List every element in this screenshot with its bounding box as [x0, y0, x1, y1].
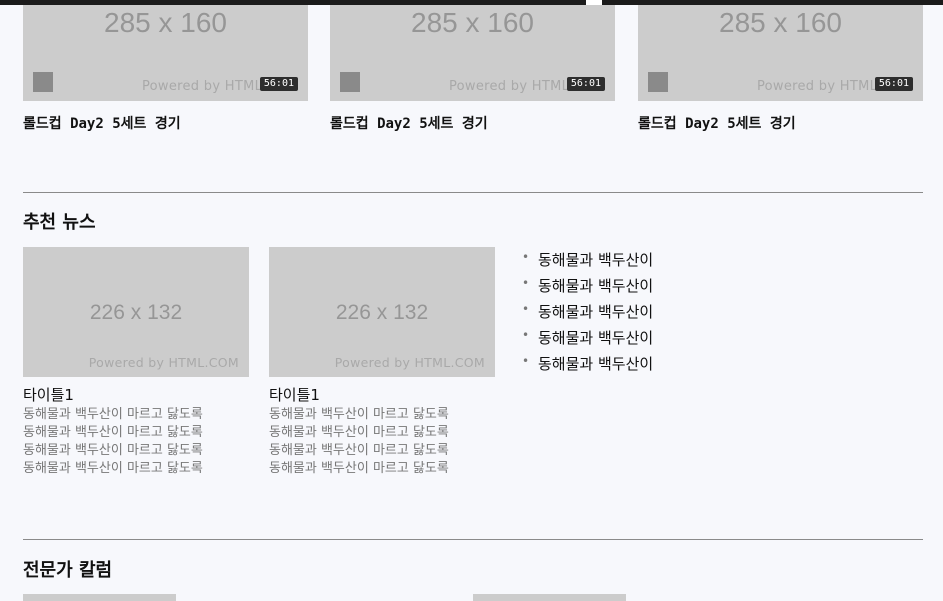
news-link[interactable]: 동해물과 백두산이 — [522, 348, 653, 377]
section-divider — [23, 539, 923, 540]
play-icon[interactable] — [340, 72, 360, 92]
news-thumbnail[interactable]: 226 x 132 Powered by HTML.COM — [269, 247, 495, 377]
video-title[interactable]: 롤드컵 Day2 5세트 경기 — [23, 113, 308, 133]
play-icon[interactable] — [33, 72, 53, 92]
news-thumbnail[interactable]: 226 x 132 Powered by HTML.COM — [23, 247, 249, 377]
news-link[interactable]: 동해물과 백두산이 — [522, 270, 653, 299]
news-link[interactable]: 동해물과 백두산이 — [522, 244, 653, 273]
powered-by-label: Powered by HTML.COM — [334, 355, 485, 370]
duration-badge: 56:01 — [874, 77, 913, 91]
duration-badge: 56:01 — [259, 77, 298, 91]
video-title[interactable]: 롤드컵 Day2 5세트 경기 — [330, 113, 615, 133]
news-link[interactable]: 동해물과 백두산이 — [522, 296, 653, 325]
duration-badge: 56:01 — [566, 77, 605, 91]
section-divider — [23, 192, 923, 193]
video-thumbnail[interactable]: 285 x 160 Powered by HTML.COM 56:01 — [23, 5, 308, 101]
thumbnail-size-label: 285 x 160 — [719, 7, 842, 38]
play-icon[interactable] — [648, 72, 668, 92]
video-card[interactable]: 285 x 160 Powered by HTML.COM 56:01 롤드컵 … — [23, 5, 308, 133]
thumbnail-size-label: 226 x 132 — [335, 301, 429, 324]
video-card[interactable]: 285 x 160 Powered by HTML.COM 56:01 롤드컵 … — [330, 5, 615, 133]
news-description: 동해물과 백두산이 마르고 닳도록 동해물과 백두산이 마르고 닳도록 동해물과… — [23, 407, 203, 476]
video-thumbnail[interactable]: 285 x 160 Powered by HTML.COM 56:01 — [330, 5, 615, 101]
video-title[interactable]: 롤드컵 Day2 5세트 경기 — [638, 113, 923, 133]
news-card[interactable]: 226 x 132 Powered by HTML.COM 타이틀1 동해물과 … — [23, 247, 249, 478]
expert-column-heading: 전문가 칼럼 — [23, 560, 113, 581]
column-thumbnail[interactable] — [23, 594, 176, 601]
video-card[interactable]: 285 x 160 Powered by HTML.COM 56:01 롤드컵 … — [638, 5, 923, 133]
video-thumbnail[interactable]: 285 x 160 Powered by HTML.COM 56:01 — [638, 5, 923, 101]
recommended-news-heading: 추천 뉴스 — [23, 212, 96, 233]
thumbnail-size-label: 285 x 160 — [104, 7, 227, 38]
thumbnail-size-label: 226 x 132 — [89, 301, 183, 324]
news-description: 동해물과 백두산이 마르고 닳도록 동해물과 백두산이 마르고 닳도록 동해물과… — [269, 407, 449, 476]
news-title[interactable]: 타이틀1 — [269, 386, 495, 404]
news-link-list: 동해물과 백두산이 동해물과 백두산이 동해물과 백두산이 동해물과 백두산이 … — [522, 244, 653, 377]
news-title[interactable]: 타이틀1 — [23, 386, 249, 404]
thumbnail-size-label: 285 x 160 — [411, 7, 534, 38]
news-card[interactable]: 226 x 132 Powered by HTML.COM 타이틀1 동해물과 … — [269, 247, 495, 478]
news-link[interactable]: 동해물과 백두산이 — [522, 322, 653, 351]
powered-by-label: Powered by HTML.COM — [88, 355, 239, 370]
column-thumbnail[interactable] — [473, 594, 626, 601]
